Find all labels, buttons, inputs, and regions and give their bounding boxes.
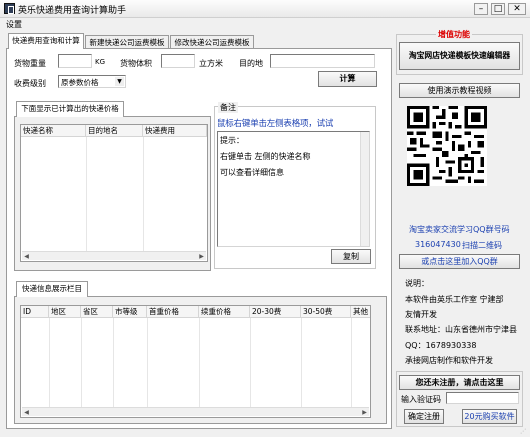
notes-vscroll[interactable] xyxy=(360,132,369,246)
col-destination[interactable]: 目的地名 xyxy=(86,125,143,137)
tip-line: 右键单击 左侧的快递名称 xyxy=(220,152,311,161)
results-header: 快递名称 目的地名 快递费用 xyxy=(21,125,207,137)
grid-line xyxy=(351,318,352,407)
qq-group-label: 淘宝卖家交流学习QQ群号码 xyxy=(409,225,510,234)
weight-label: 货物重量 xyxy=(14,59,46,68)
grid-line xyxy=(86,137,87,251)
level-select-value: 原参数价格 xyxy=(61,78,99,87)
minimize-button[interactable]: – xyxy=(474,3,488,15)
notes-group-title: 备注 xyxy=(218,102,238,113)
destination-label: 目的地 xyxy=(239,59,263,68)
destination-input[interactable] xyxy=(270,54,375,68)
grid-line xyxy=(147,318,148,407)
col-20-30-fee[interactable]: 20-30费 xyxy=(250,306,301,318)
maximize-button[interactable]: □ xyxy=(491,3,505,15)
template-editor-button[interactable]: 淘宝网店快递模板快速编辑器 xyxy=(399,42,520,70)
close-button[interactable]: ✕ xyxy=(508,3,526,15)
app-icon xyxy=(4,3,15,14)
tab-info[interactable]: 快递信息展示栏目 xyxy=(16,281,88,297)
qq-group-number[interactable]: 316047430 xyxy=(415,240,461,249)
tip-line: 可以查看详细信息 xyxy=(220,168,284,177)
register-button[interactable]: 您还未注册，请点击这里 xyxy=(399,375,520,390)
weight-input[interactable] xyxy=(58,54,92,68)
weight-unit: KG xyxy=(95,58,106,66)
confirm-register-button[interactable]: 确定注册 xyxy=(404,409,444,424)
grid-line xyxy=(143,137,144,251)
tip-line: 提示： xyxy=(220,136,244,145)
grid-line xyxy=(113,318,114,407)
col-express-name[interactable]: 快递名称 xyxy=(21,125,86,137)
col-extra-weight[interactable]: 续重价格 xyxy=(199,306,250,318)
scroll-left-icon[interactable]: ◀ xyxy=(22,253,31,260)
code-label: 输入验证码 xyxy=(401,395,441,404)
col-region[interactable]: 地区 xyxy=(49,306,81,318)
about-line: QQ：1678930338 xyxy=(405,341,477,350)
tab-fee-query[interactable]: 快递费用查询和计算 xyxy=(8,33,84,49)
info-header: ID 地区 省区 市等级 首重价格 续重价格 20-30费 30-50费 其他 xyxy=(21,306,370,318)
about-line: 承接网店制作和软件开发 xyxy=(405,356,493,365)
col-fee[interactable]: 快递费用 xyxy=(143,125,207,137)
chevron-down-icon: ▼ xyxy=(115,77,124,86)
grid-line xyxy=(81,318,82,407)
grid-line xyxy=(301,318,302,407)
info-hscroll[interactable]: ◀ ▶ xyxy=(22,407,369,416)
volume-label: 货物体积 xyxy=(120,59,152,68)
col-other[interactable]: 其他 xyxy=(351,306,370,318)
tab-results[interactable]: 下面显示已计算出的快递价格 xyxy=(16,101,124,117)
col-province[interactable]: 省区 xyxy=(81,306,113,318)
notes-textarea[interactable]: 提示： 右键单击 左侧的快递名称 可以查看详细信息 xyxy=(217,131,370,247)
join-qq-group-button[interactable]: 或点击这里加入QQ群 xyxy=(399,254,520,269)
scroll-left-icon[interactable]: ◀ xyxy=(22,409,31,416)
addon-title: 增值功能 xyxy=(436,29,472,40)
level-label: 收费级别 xyxy=(14,79,46,88)
notes-hint: 鼠标右键单击左侧表格项，试试 xyxy=(217,119,334,129)
volume-unit: 立方米 xyxy=(199,59,223,68)
results-table: 快递名称 目的地名 快递费用 ◀ ▶ xyxy=(20,124,208,262)
grid-line xyxy=(49,318,50,407)
col-city-level[interactable]: 市等级 xyxy=(113,306,147,318)
col-id[interactable]: ID xyxy=(21,306,49,318)
about-line: 说明： xyxy=(405,279,429,288)
col-first-weight[interactable]: 首重价格 xyxy=(147,306,199,318)
scroll-right-icon[interactable]: ▶ xyxy=(197,253,206,260)
resize-grip-icon[interactable]: ⋰ xyxy=(520,429,528,435)
results-hscroll[interactable]: ◀ ▶ xyxy=(22,251,206,260)
calculate-button[interactable]: 计算 xyxy=(318,71,377,87)
info-table: ID 地区 省区 市等级 首重价格 续重价格 20-30费 30-50费 其他 … xyxy=(20,305,371,418)
window-title: 英乐快递费用查询计算助手 xyxy=(18,6,127,16)
grid-line xyxy=(199,318,200,407)
about-line: 友情开发 xyxy=(405,310,437,319)
scan-qr-label: 扫描二维码 xyxy=(462,241,502,250)
verification-code-input[interactable] xyxy=(446,392,519,404)
col-30-50-fee[interactable]: 30-50费 xyxy=(301,306,351,318)
buy-software-button[interactable]: 20元购买软件 xyxy=(462,409,517,424)
menu-settings[interactable]: 设置 xyxy=(6,19,22,30)
grid-line xyxy=(250,318,251,407)
level-select[interactable]: 原参数价格 ▼ xyxy=(58,75,126,88)
volume-input[interactable] xyxy=(161,54,195,68)
about-line: 联系地址：山东省德州市宁津县 xyxy=(405,325,517,334)
scroll-right-icon[interactable]: ▶ xyxy=(360,409,369,416)
tutorial-video-button[interactable]: 使用演示教程视频 xyxy=(399,83,520,98)
about-line: 本软件由英乐工作室 宁建部 xyxy=(405,295,504,304)
copy-button[interactable]: 复制 xyxy=(331,249,371,264)
qr-code xyxy=(407,106,487,186)
